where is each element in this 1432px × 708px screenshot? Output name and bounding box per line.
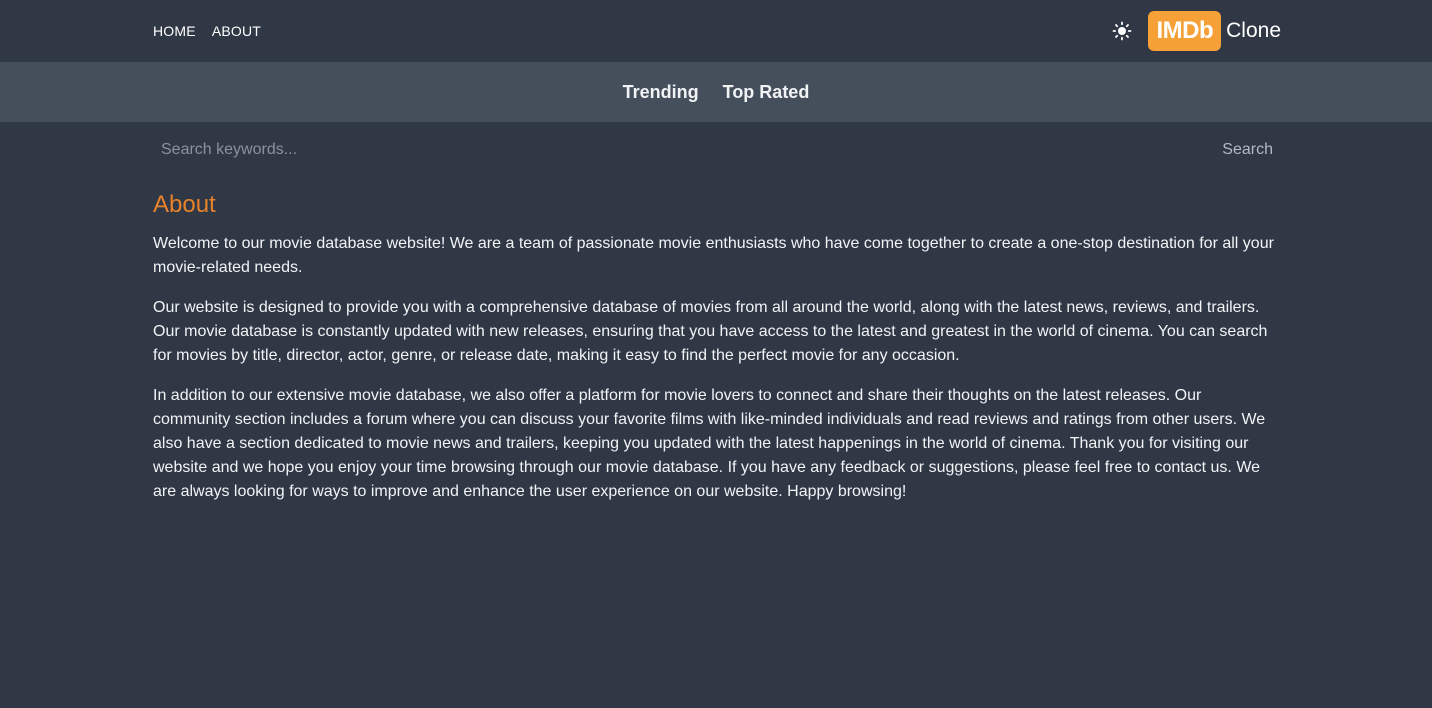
about-paragraph-3: In addition to our extensive movie datab… xyxy=(153,387,1266,500)
search-input[interactable] xyxy=(153,130,1223,170)
header-container: HOME ABOUT IMDb Clone xyxy=(153,0,1281,62)
tab-trending[interactable]: Trending xyxy=(623,82,699,103)
search-button[interactable]: Search xyxy=(1222,141,1281,159)
nav-link-home[interactable]: HOME xyxy=(153,23,196,39)
site-header: HOME ABOUT IMDb Clone xyxy=(0,0,1432,62)
nav-link-about[interactable]: ABOUT xyxy=(212,23,261,39)
search-form: Search xyxy=(153,122,1281,178)
theme-toggle-button[interactable] xyxy=(1111,20,1133,42)
logo-badge: IMDb xyxy=(1148,11,1222,51)
page-title: About xyxy=(153,191,216,218)
sun-icon xyxy=(1113,21,1132,41)
header-actions: IMDb Clone xyxy=(1111,11,1281,51)
main-nav: HOME ABOUT xyxy=(153,23,261,39)
about-paragraph-2: Our website is designed to provide you w… xyxy=(153,299,1268,364)
logo-text: Clone xyxy=(1226,19,1281,42)
category-nav: Trending Top Rated xyxy=(0,62,1432,122)
site-logo[interactable]: IMDb Clone xyxy=(1148,11,1281,51)
about-content: About Welcome to our movie database webs… xyxy=(153,178,1281,504)
main-container: Search About Welcome to our movie databa… xyxy=(153,122,1281,504)
about-paragraph-1: Welcome to our movie database website! W… xyxy=(153,235,1274,276)
tab-top-rated[interactable]: Top Rated xyxy=(723,82,810,103)
